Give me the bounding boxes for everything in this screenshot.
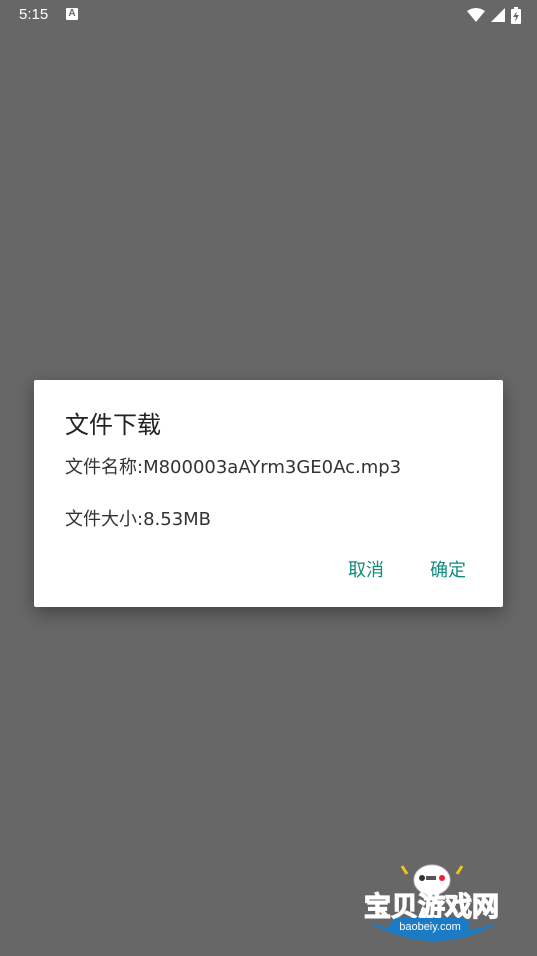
- status-icons: [467, 6, 521, 24]
- battery-charging-icon: [511, 6, 521, 24]
- cancel-button[interactable]: 取消: [348, 556, 384, 582]
- watermark-logo: 宝贝游戏网 baobeiy.com: [360, 860, 510, 952]
- svg-text:baobeiy.com: baobeiy.com: [399, 921, 461, 933]
- a-notification-icon: A: [66, 8, 78, 20]
- status-time: 5:15: [19, 6, 49, 23]
- file-size-text: 文件大小:8.53MB: [65, 509, 212, 530]
- download-dialog: 文件下载 文件名称:M800003aAYrm3GE0Ac.mp3 文件大小:8.…: [34, 380, 503, 607]
- dialog-title: 文件下载: [65, 411, 161, 439]
- file-name-text: 文件名称:M800003aAYrm3GE0Ac.mp3: [65, 457, 402, 478]
- signal-icon: [491, 8, 505, 22]
- confirm-button[interactable]: 确定: [430, 556, 466, 582]
- status-bar: 5:15 A: [0, 0, 537, 32]
- wifi-icon: [467, 8, 485, 22]
